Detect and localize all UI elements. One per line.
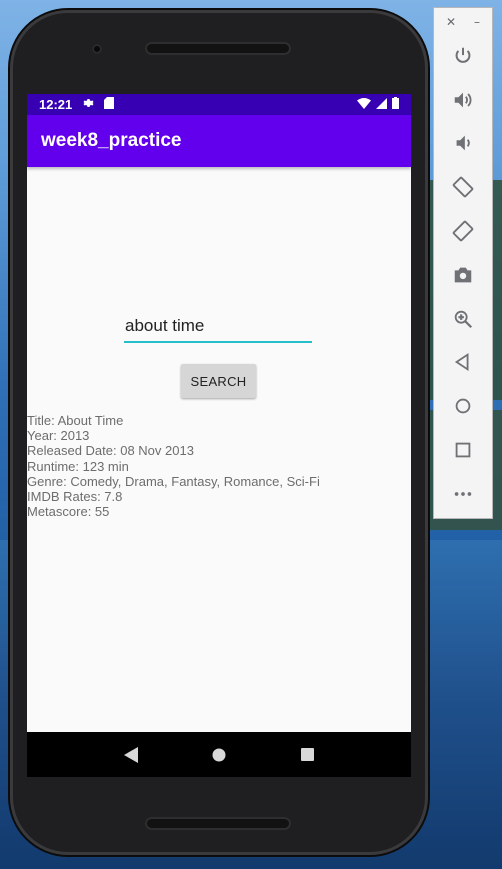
volume-down-icon (452, 132, 474, 158)
movie-info: Title: About Time Year: 2013 Released Da… (27, 413, 320, 519)
nav-back-icon[interactable] (121, 745, 141, 765)
power-button[interactable] (434, 36, 492, 80)
front-camera (92, 44, 102, 54)
screenshot-button[interactable] (434, 255, 492, 299)
zoom-icon (452, 308, 474, 334)
bottom-speaker (145, 817, 291, 830)
back-icon (452, 351, 474, 377)
movie-title: Title: About Time (27, 413, 124, 428)
movie-runtime: Runtime: 123 min (27, 458, 129, 474)
rotate-right-icon (452, 220, 474, 246)
overview-button[interactable] (434, 430, 492, 474)
movie-genre: Genre: Comedy, Drama, Fantasy, Romance, … (27, 473, 320, 489)
rotate-right-button[interactable] (434, 211, 492, 255)
app-bar: week8_practice (27, 115, 411, 167)
app-title: week8_practice (41, 130, 182, 151)
movie-imdb: IMDB Rates: 7.8 (27, 489, 123, 505)
movie-metascore: Metascore: 55 (27, 504, 110, 520)
volume-up-button[interactable] (434, 80, 492, 124)
volume-up-icon (452, 89, 474, 115)
settings-icon (82, 97, 94, 112)
home-button[interactable] (434, 386, 492, 430)
search-button[interactable]: SEARCH (181, 364, 256, 398)
emulator-phone: 12:21 week8_practice about time SEARCH T… (10, 10, 428, 855)
search-input[interactable] (124, 311, 313, 345)
zoom-button[interactable] (434, 299, 492, 343)
wifi-icon (357, 97, 371, 112)
camera-icon (452, 264, 474, 290)
close-icon[interactable]: ✕ (446, 15, 456, 29)
nav-overview-icon[interactable] (297, 745, 317, 765)
rotate-left-button[interactable] (434, 167, 492, 211)
navigation-bar (27, 732, 411, 777)
back-button[interactable] (434, 343, 492, 387)
earpiece-speaker (145, 42, 291, 55)
battery-icon (392, 97, 399, 112)
more-button[interactable] (434, 474, 492, 518)
sd-card-icon (104, 97, 115, 112)
movie-year: Year: 2013 (27, 428, 90, 444)
emulator-toolbar: ✕ – (433, 7, 493, 519)
overview-icon (452, 439, 474, 465)
more-icon (452, 483, 474, 509)
home-icon (452, 395, 474, 421)
movie-released: Released Date: 08 Nov 2013 (27, 443, 194, 459)
power-icon (452, 45, 474, 71)
status-time: 12:21 (39, 97, 73, 112)
search-field[interactable] (124, 311, 313, 345)
minimize-icon[interactable]: – (474, 15, 480, 29)
rotate-left-icon (452, 176, 474, 202)
main-content: SEARCH Title: About Time Year: 2013 Rele… (27, 167, 411, 704)
status-bar: 12:21 (27, 94, 411, 115)
nav-home-icon[interactable] (209, 745, 229, 765)
cell-signal-icon (376, 97, 387, 112)
device-screen: 12:21 week8_practice about time SEARCH T… (27, 94, 411, 777)
volume-down-button[interactable] (434, 124, 492, 168)
